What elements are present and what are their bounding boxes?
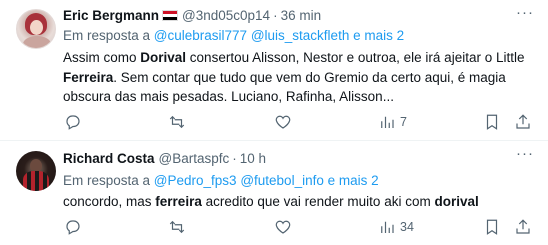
heart-icon — [275, 115, 291, 129]
separator-dot: · — [273, 8, 278, 23]
reply-icon — [66, 220, 80, 235]
views-count: 34 — [400, 220, 414, 234]
tweet-text-bold: Ferreira — [63, 69, 114, 85]
egypt-flag-icon — [162, 10, 179, 21]
views-button[interactable]: 7 — [378, 111, 407, 133]
tweet-text-segment: consertou Alisson, Nestor e outroa, ele … — [186, 50, 525, 65]
tweet-header: Richard Costa @Bartaspfc · 10 h — [63, 151, 266, 166]
views-button[interactable]: 34 — [378, 216, 414, 238]
tweet-text-segment: acredito que vai render muito aki com — [201, 194, 435, 209]
author-handle[interactable]: @3nd05c0p14 — [182, 8, 270, 23]
views-count: 7 — [400, 115, 407, 129]
retweet-icon — [169, 115, 185, 129]
more-dots-icon[interactable]: ··· — [516, 5, 534, 24]
share-button[interactable] — [514, 111, 532, 133]
share-icon — [516, 219, 530, 234]
reply-icon — [66, 115, 80, 130]
tweet-text-bold: ferreira — [155, 194, 202, 209]
share-button[interactable] — [514, 216, 532, 238]
tweet-text-bold: dorival — [434, 194, 479, 209]
action-bar: 7 — [58, 111, 530, 133]
retweet-icon — [169, 220, 185, 234]
tweet-text-bold: Dorival — [140, 50, 187, 65]
timestamp[interactable]: 36 min — [281, 8, 322, 23]
avatar-face — [30, 20, 43, 35]
reply-mention[interactable]: @luis_stackfleth — [251, 28, 350, 43]
reply-prefix: Em resposta a — [63, 173, 154, 188]
avatar-shirt — [23, 171, 49, 191]
tweet-text-segment: concordo, mas — [63, 194, 156, 209]
reply-more-link[interactable]: e mais 2 — [353, 28, 404, 43]
avatar[interactable] — [16, 9, 56, 49]
timestamp[interactable]: 10 h — [240, 151, 266, 166]
reply-context: Em resposta a @culebrasil777 @luis_stack… — [63, 28, 404, 43]
retweet-button[interactable] — [168, 216, 186, 238]
reply-mention[interactable]: @culebrasil777 — [154, 28, 247, 43]
tweet[interactable]: Richard Costa @Bartaspfc · 10 h ··· Em r… — [0, 141, 548, 245]
more-dots-icon[interactable]: ··· — [516, 146, 534, 165]
reply-prefix: Em resposta a — [63, 28, 154, 43]
avatar[interactable] — [16, 151, 56, 191]
bookmark-button[interactable] — [483, 111, 501, 133]
tweet-text: concordo, mas ferreira acredito que vai … — [63, 192, 531, 212]
tweet-text-segment: . Sem contar que tudo que vem do Gremio … — [63, 69, 506, 105]
reply-button[interactable] — [64, 111, 82, 133]
like-button[interactable] — [274, 111, 292, 133]
bookmark-icon — [486, 219, 498, 235]
avatar-body — [23, 36, 51, 48]
reply-context: Em resposta a @Pedro_fps3 @futebol_info … — [63, 173, 379, 188]
author-name[interactable]: Richard Costa — [63, 151, 155, 166]
author-name[interactable]: Eric Bergmann — [63, 8, 159, 23]
separator-dot: · — [232, 151, 237, 166]
heart-icon — [275, 220, 291, 234]
tweet[interactable]: Eric Bergmann @3nd05c0p14 · 36 min ··· E… — [0, 0, 548, 141]
tweet-text: Assim como Dorival consertou Alisson, Ne… — [63, 48, 531, 107]
action-bar: 34 — [58, 216, 530, 238]
bar-chart-icon — [381, 116, 394, 128]
bookmark-icon — [486, 114, 498, 130]
reply-button[interactable] — [64, 216, 82, 238]
tweet-text-segment: Assim como — [63, 50, 141, 65]
retweet-button[interactable] — [168, 111, 186, 133]
tweet-header: Eric Bergmann @3nd05c0p14 · 36 min — [63, 8, 321, 23]
reply-more-link[interactable]: e mais 2 — [328, 173, 379, 188]
bar-chart-icon — [381, 221, 394, 233]
like-button[interactable] — [274, 216, 292, 238]
reply-mention[interactable]: @futebol_info — [240, 173, 324, 188]
bookmark-button[interactable] — [483, 216, 501, 238]
author-handle[interactable]: @Bartaspfc — [159, 151, 230, 166]
reply-mention[interactable]: @Pedro_fps3 — [154, 173, 237, 188]
share-icon — [516, 114, 530, 129]
